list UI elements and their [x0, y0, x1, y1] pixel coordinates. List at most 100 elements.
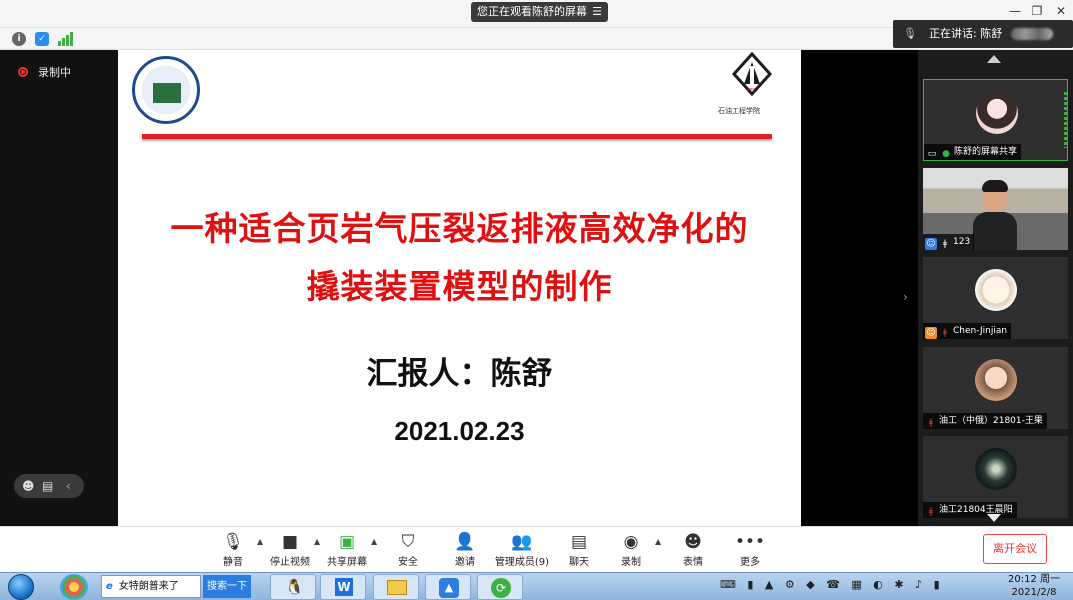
avatar: [975, 269, 1017, 311]
wps-taskbar-item[interactable]: W: [320, 574, 366, 600]
mute-button[interactable]: 🎙 静音: [218, 531, 248, 568]
chevron-right-icon[interactable]: ›: [903, 290, 908, 304]
participant-video-person: [973, 180, 1017, 250]
participant-name: Chen-Jinjian: [953, 326, 1008, 336]
scroll-down-icon[interactable]: [987, 514, 1001, 522]
shield-icon[interactable]: ✓: [35, 32, 49, 46]
os-taskbar: e 女特朗普来了 搜索一下 🐧 W ▲ ⟳ ⌨ ▮ ▲ ⚙ ◆ ☎ ▦ ◐ ✱ ♪…: [0, 572, 1073, 600]
participant-tile[interactable]: ☺ ǂ Chen-Jinjian: [923, 257, 1068, 339]
slide-reporter: 汇报人：陈舒: [366, 356, 553, 392]
invite-label: 邀请: [455, 557, 475, 568]
microphone-icon: 🎙: [903, 27, 917, 40]
members-icon: 👥: [511, 532, 533, 552]
reactions-label: 表情: [683, 557, 703, 568]
meeting-window: 您正在观看陈舒的屏幕 ☰ — ❐ ✕ i ✓ 🎙 正在讲话: 陈舒 录制中 ☻ …: [0, 0, 1073, 600]
app-icon[interactable]: [60, 574, 88, 600]
meeting-taskbar-item[interactable]: ▲: [425, 574, 471, 600]
stop-video-button[interactable]: ■ 停止视频: [268, 531, 312, 568]
invite-button[interactable]: 👤 邀请: [450, 531, 480, 568]
menu-icon[interactable]: ☰: [592, 2, 602, 22]
record-label: 录制: [621, 557, 641, 568]
participant-name-bar: ▭ ● 陈舒的屏幕共享: [924, 144, 1022, 160]
add-user-icon: 👤: [454, 532, 476, 552]
security-button[interactable]: ⛉ 安全: [393, 531, 423, 568]
browser-tab-label: 女特朗普来了: [118, 581, 179, 592]
meeting-app-icon: ▲: [439, 578, 459, 598]
participant-name: 油工21804王晨阳: [939, 505, 1013, 515]
mute-label: 静音: [223, 557, 243, 568]
info-icon[interactable]: i: [12, 32, 26, 46]
close-icon[interactable]: ✕: [1051, 4, 1071, 18]
system-clock[interactable]: 20:12 周一 2021/2/8: [1000, 573, 1068, 599]
mic-muted-icon: ǂ: [928, 418, 934, 428]
search-button[interactable]: 搜索一下: [203, 575, 251, 598]
participant-tile[interactable]: ǂ 油工（中俄）21801-王果: [923, 347, 1068, 429]
minimize-icon[interactable]: —: [1005, 4, 1025, 18]
building-emblem: [153, 83, 181, 103]
recording-icon: [18, 67, 28, 77]
participant-tile[interactable]: ☺ ǂ 123: [923, 168, 1068, 250]
shared-slide: PEC 石油工程学院 一种适合页岩气压裂返排液高效净化的 撬装装置模型的制作 汇…: [118, 50, 801, 526]
recording-label: 录制中: [38, 66, 71, 79]
wps-icon: W: [335, 578, 353, 596]
browser-taskbar-item[interactable]: e 女特朗普来了: [101, 575, 201, 598]
video-camera-icon: ■: [281, 532, 299, 552]
caret-up-icon[interactable]: ▲: [257, 537, 263, 546]
microphone-icon: ǂ: [942, 239, 948, 249]
emoji-icon[interactable]: ☻: [22, 474, 35, 498]
viewing-screen-banner[interactable]: 您正在观看陈舒的屏幕 ☰: [471, 2, 608, 22]
security-label: 安全: [398, 557, 418, 568]
chat-button[interactable]: ▤ 聊天: [564, 531, 594, 568]
smiley-icon: ☻: [684, 532, 702, 552]
microphone-icon: 🎙: [222, 532, 244, 552]
manage-members-button[interactable]: 👥 管理成员(9): [494, 531, 550, 568]
screen-share-icon: ▭: [927, 149, 937, 159]
leave-meeting-button[interactable]: 离开会议: [983, 534, 1047, 564]
avatar: [975, 359, 1017, 401]
participant-gallery: ▭ ● 陈舒的屏幕共享 ☺ ǂ 123 ☺ ǂ Chen-Jinjian ǂ 油工（中俄）21…: [918, 50, 1073, 526]
reactions-button[interactable]: ☻ 表情: [678, 531, 708, 568]
restore-icon[interactable]: ❐: [1027, 4, 1047, 18]
participant-tile[interactable]: ▭ ● 陈舒的屏幕共享: [923, 79, 1068, 161]
qq-penguin-icon: 🐧: [285, 578, 304, 596]
qq-taskbar-item[interactable]: 🐧: [270, 574, 316, 600]
caret-up-icon[interactable]: ▲: [314, 537, 320, 546]
more-button[interactable]: ••• 更多: [735, 531, 765, 568]
left-panel: 录制中 ☻ ▤ ‹: [0, 50, 118, 526]
microphone-icon: ●: [942, 149, 950, 159]
user-icon: ☺: [925, 238, 937, 250]
start-menu-icon[interactable]: [8, 574, 34, 600]
slide-title-line1: 一种适合页岩气压裂返排液高效净化的: [170, 209, 749, 248]
clock-date: 2021/2/8: [1011, 587, 1057, 598]
system-tray[interactable]: ⌨ ▮ ▲ ⚙ ◆ ☎ ▦ ◐ ✱ ♪ ▮: [720, 578, 944, 591]
share-screen-icon: ▣: [338, 532, 356, 552]
volume-meter: [1064, 92, 1067, 148]
more-label: 更多: [740, 557, 760, 568]
chat-bubble-icon[interactable]: ▤: [42, 474, 53, 498]
mic-muted-icon: ǂ: [928, 507, 934, 517]
app-taskbar-item[interactable]: ⟳: [477, 574, 523, 600]
scroll-up-icon[interactable]: [987, 55, 1001, 63]
participant-name-bar: ǂ 油工21804王晨阳: [923, 502, 1017, 518]
caret-up-icon[interactable]: ▲: [655, 537, 661, 546]
participant-name-bar: ǂ 油工（中俄）21801-王果: [923, 413, 1047, 429]
collapse-chevron-icon[interactable]: ‹: [66, 474, 71, 498]
shield-icon: ⛉: [401, 532, 415, 552]
divider-rule: [142, 134, 772, 139]
signal-icon[interactable]: [58, 32, 74, 46]
caret-up-icon[interactable]: ▲: [371, 537, 377, 546]
university-logo: [132, 56, 200, 124]
participant-name-bar: ☺ ǂ 123: [923, 234, 975, 250]
speaker-thumbnail: [1011, 28, 1053, 40]
slide-date: 2021.02.23: [394, 416, 525, 446]
recording-indicator[interactable]: 录制中: [18, 64, 71, 80]
participant-name: 油工（中俄）21801-王果: [939, 416, 1043, 426]
explorer-taskbar-item[interactable]: [373, 574, 419, 600]
viewing-text: 您正在观看陈舒的屏幕: [477, 5, 587, 18]
ie-icon: e: [106, 581, 113, 592]
college-logo: PEC: [731, 52, 773, 96]
record-button[interactable]: ◉ 录制: [616, 531, 646, 568]
share-screen-button[interactable]: ▣ 共享屏幕: [325, 531, 369, 568]
participant-tile[interactable]: ǂ 油工21804王晨阳: [923, 436, 1068, 518]
reaction-pill[interactable]: ☻ ▤ ‹: [14, 474, 84, 498]
